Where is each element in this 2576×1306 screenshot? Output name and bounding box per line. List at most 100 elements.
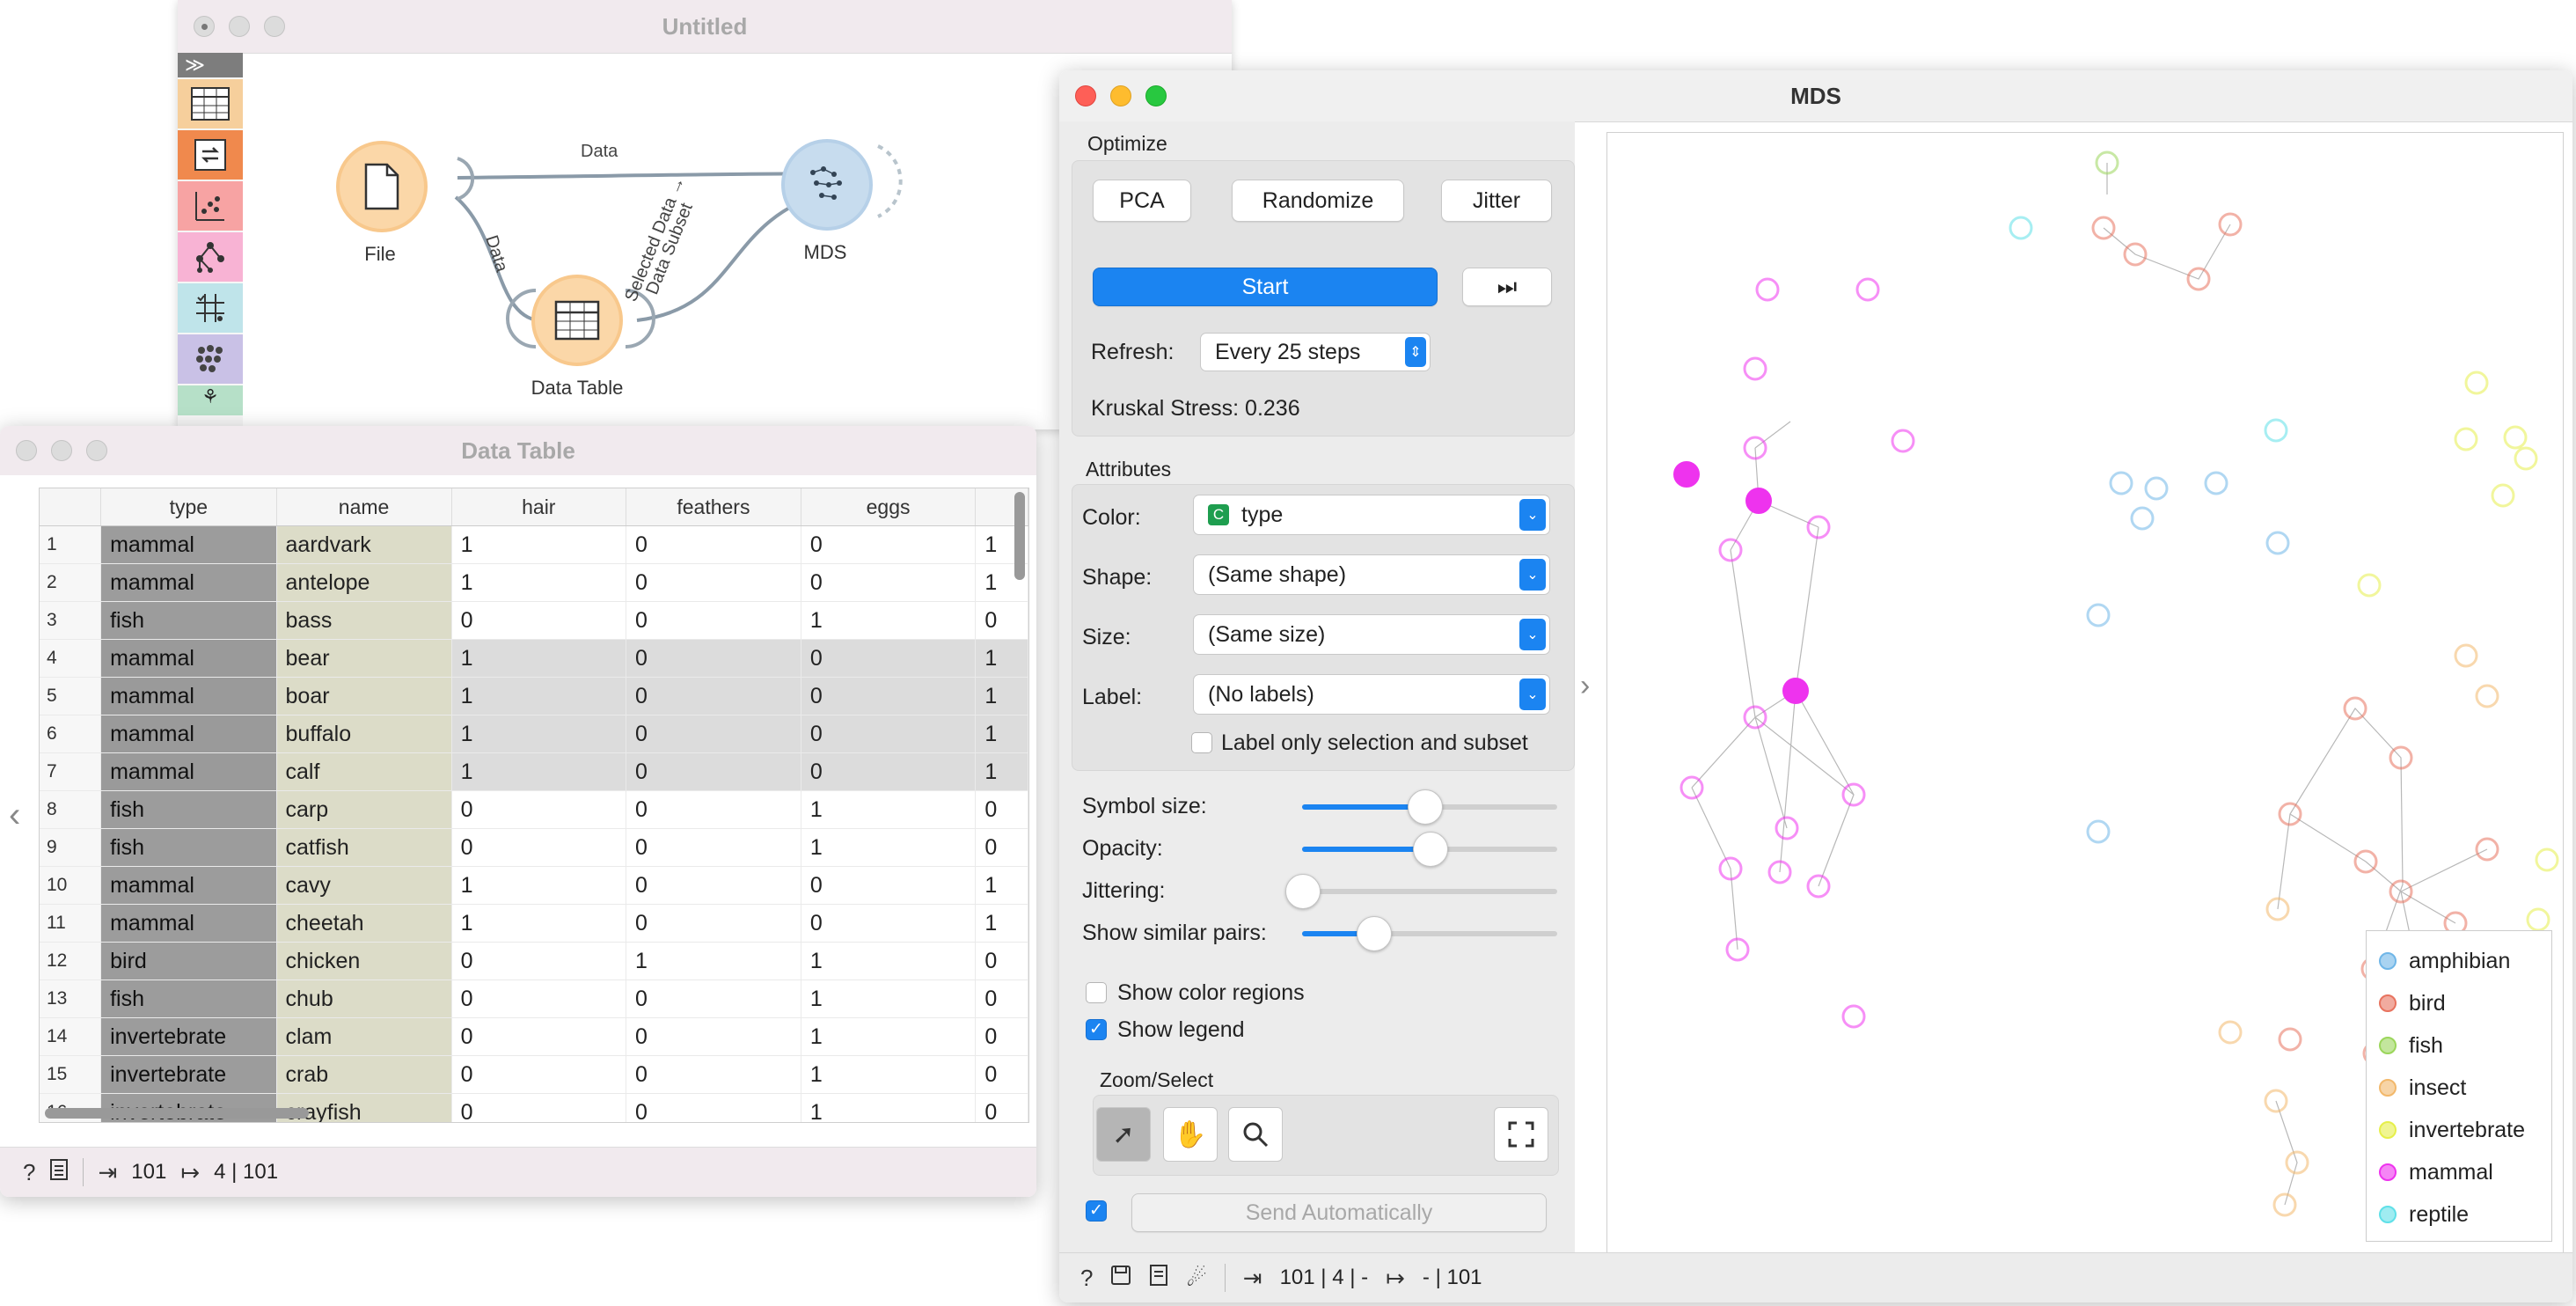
cell-name[interactable]: clam (276, 1017, 452, 1056)
row-number[interactable]: 10 (40, 866, 102, 905)
data-point-invertebrate[interactable] (2454, 427, 2478, 451)
visual-settings-icon[interactable]: ☄ (1186, 1265, 1206, 1292)
row-number[interactable]: 7 (40, 752, 102, 791)
cell-type[interactable]: mammal (100, 752, 277, 791)
cell-partial[interactable]: 1 (975, 904, 1028, 943)
row-number[interactable]: 5 (40, 677, 102, 715)
cell-type[interactable]: mammal (100, 904, 277, 943)
cell-partial[interactable]: 1 (975, 866, 1028, 905)
cell-partial[interactable]: 1 (975, 715, 1028, 753)
cell-name[interactable]: catfish (276, 828, 452, 867)
cell-type[interactable]: mammal (100, 563, 277, 602)
data-point-reptile[interactable] (2264, 418, 2288, 443)
horizontal-scrollbar[interactable] (45, 1108, 309, 1119)
cell-eggs[interactable]: 0 (801, 525, 977, 564)
row-number[interactable]: 8 (40, 790, 102, 829)
data-point-invertebrate[interactable] (2491, 483, 2515, 508)
corner-cell[interactable] (40, 488, 102, 526)
data-point-amphibian[interactable] (2109, 471, 2133, 495)
table-row[interactable]: 5 mammal boar 1 0 0 1 (40, 677, 1028, 715)
cell-eggs[interactable]: 1 (801, 1055, 977, 1094)
data-point-amphibian[interactable] (2086, 603, 2111, 627)
zoom-button[interactable] (86, 440, 107, 461)
cell-eggs[interactable]: 0 (801, 904, 977, 943)
data-table[interactable]: type name hair feathers eggs 1 mammal aard… (40, 488, 1028, 1122)
zoom-button[interactable] (1145, 85, 1167, 106)
minimize-button[interactable] (1110, 85, 1131, 106)
start-button[interactable]: Start (1093, 268, 1438, 306)
cell-partial[interactable]: 0 (975, 942, 1028, 980)
data-table-grid[interactable]: type name hair feathers eggs 1 mammal aard… (39, 488, 1029, 1123)
data-point-amphibian[interactable] (2130, 506, 2155, 531)
cell-feathers[interactable]: 0 (626, 601, 801, 640)
cell-hair[interactable]: 1 (451, 715, 626, 753)
cell-type[interactable]: fish (100, 601, 277, 640)
label-select[interactable]: (No labels) ⌄ (1193, 674, 1550, 715)
cell-hair[interactable]: 0 (451, 942, 626, 980)
data-point-invertebrate[interactable] (2464, 371, 2489, 395)
cell-type[interactable]: mammal (100, 715, 277, 753)
row-number[interactable]: 14 (40, 1017, 102, 1056)
pointer-tool[interactable]: ➚ (1096, 1107, 1151, 1162)
cell-type[interactable]: invertebrate (100, 1055, 277, 1094)
cell-feathers[interactable]: 0 (626, 866, 801, 905)
cell-feathers[interactable]: 0 (626, 980, 801, 1018)
cell-partial[interactable]: 0 (975, 1017, 1028, 1056)
splitter-arrow[interactable]: › (1580, 669, 1590, 703)
cell-name[interactable]: crab (276, 1055, 452, 1094)
cell-feathers[interactable]: 0 (626, 563, 801, 602)
slider-handle[interactable] (1285, 874, 1321, 909)
cell-partial[interactable]: 1 (975, 677, 1028, 715)
pca-button[interactable]: PCA (1093, 180, 1191, 222)
jittering-slider[interactable] (1285, 874, 1557, 909)
data-point-mammal[interactable] (1743, 356, 1767, 381)
vertical-scrollbar[interactable] (1014, 492, 1025, 580)
data-table-titlebar[interactable]: Data Table (0, 426, 1036, 475)
cell-eggs[interactable]: 1 (801, 828, 977, 867)
cell-feathers[interactable]: 0 (626, 828, 801, 867)
cell-eggs[interactable]: 0 (801, 866, 977, 905)
data-point-invertebrate[interactable] (2514, 446, 2538, 471)
table-row[interactable]: 12 bird chicken 0 1 1 0 (40, 942, 1028, 980)
cell-hair[interactable]: 1 (451, 904, 626, 943)
cell-eggs[interactable]: 0 (801, 563, 977, 602)
cell-type[interactable]: mammal (100, 639, 277, 678)
cell-feathers[interactable]: 0 (626, 639, 801, 678)
data-point-insect[interactable] (2218, 1020, 2243, 1045)
cell-name[interactable]: cheetah (276, 904, 452, 943)
data-point-invertebrate[interactable] (2503, 425, 2528, 450)
data-point-invertebrate[interactable] (2357, 573, 2382, 598)
cell-type[interactable]: invertebrate (100, 1017, 277, 1056)
cell-eggs[interactable]: 0 (801, 639, 977, 678)
cell-type[interactable]: fish (100, 980, 277, 1018)
cell-name[interactable]: antelope (276, 563, 452, 602)
data-point-bird[interactable] (2278, 1027, 2302, 1052)
data-point-amphibian[interactable] (2204, 471, 2228, 495)
mds-plot[interactable]: amphibian bird fish insect invertebrate mamma… (1606, 132, 2564, 1253)
cell-hair[interactable]: 1 (451, 563, 626, 602)
table-row[interactable]: 10 mammal cavy 1 0 0 1 (40, 866, 1028, 905)
row-number[interactable]: 13 (40, 980, 102, 1018)
data-point-mammal[interactable] (1782, 678, 1809, 704)
cell-type[interactable]: mammal (100, 525, 277, 564)
row-number[interactable]: 12 (40, 942, 102, 980)
cell-hair[interactable]: 0 (451, 1055, 626, 1094)
cell-feathers[interactable]: 0 (626, 904, 801, 943)
data-point-mammal[interactable] (1755, 277, 1780, 302)
cell-hair[interactable]: 0 (451, 790, 626, 829)
randomize-button[interactable]: Randomize (1232, 180, 1404, 222)
cell-partial[interactable]: 0 (975, 790, 1028, 829)
data-point-amphibian[interactable] (2144, 476, 2169, 501)
row-number[interactable]: 2 (40, 563, 102, 602)
mds-titlebar[interactable]: MDS (1059, 70, 2572, 122)
cell-hair[interactable]: 0 (451, 980, 626, 1018)
cell-type[interactable]: fish (100, 828, 277, 867)
column-header-feathers[interactable]: feathers (626, 488, 801, 526)
data-point-invertebrate[interactable] (2535, 847, 2559, 872)
similar-pairs-slider[interactable] (1302, 916, 1557, 951)
node-mds[interactable]: MDS (781, 139, 873, 264)
cell-hair[interactable]: 1 (451, 866, 626, 905)
cell-partial[interactable]: 0 (975, 828, 1028, 867)
cell-hair[interactable]: 1 (451, 752, 626, 791)
cell-eggs[interactable]: 1 (801, 942, 977, 980)
